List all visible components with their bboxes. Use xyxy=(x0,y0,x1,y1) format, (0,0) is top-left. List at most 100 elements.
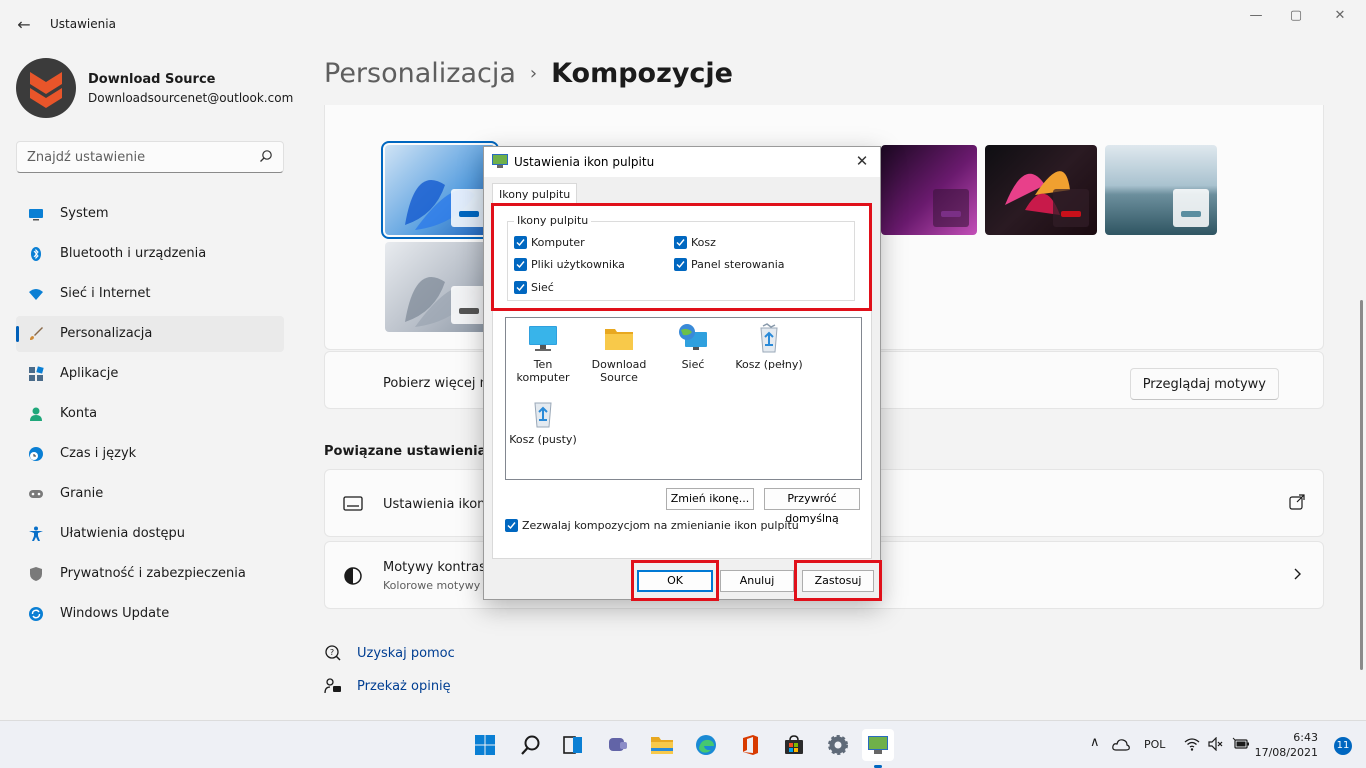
system-clock[interactable]: 6:43 17/08/2021 xyxy=(1255,730,1318,760)
contrast-icon xyxy=(344,567,362,585)
cloud-icon[interactable] xyxy=(1112,737,1130,751)
get-help-link[interactable]: ? Uzyskaj pomoc xyxy=(324,644,455,662)
desktop-icon xyxy=(343,496,363,511)
checkbox-allow-themes-change-icons[interactable]: Zezwalaj kompozycjom na zmienianie ikon … xyxy=(505,519,799,532)
volume-muted-icon[interactable] xyxy=(1208,737,1224,751)
taskbar-search-button[interactable] xyxy=(515,729,547,761)
sidebar-item-privacy[interactable]: Prywatność i zabezpieczenia xyxy=(16,556,284,592)
wifi-icon xyxy=(29,289,43,300)
theme-thumbnail-windows-light[interactable] xyxy=(381,141,499,239)
edge-button[interactable] xyxy=(690,729,722,761)
breadcrumb: Personalizacja › Kompozycje xyxy=(324,58,733,89)
sidebar-item-apps[interactable]: Aplikacje xyxy=(16,356,284,392)
sidebar-item-label: Bluetooth i urządzenia xyxy=(60,246,207,261)
sidebar-item-windows-update[interactable]: Windows Update xyxy=(16,596,284,632)
list-item-label: Ten komputer xyxy=(516,358,570,384)
sidebar-item-time-language[interactable]: Czas i język xyxy=(16,436,284,472)
list-item-network[interactable]: Sieć xyxy=(656,323,730,371)
sidebar-item-accessibility[interactable]: Ułatwienia dostępu xyxy=(16,516,284,552)
office-button[interactable] xyxy=(734,729,766,761)
wifi-icon[interactable] xyxy=(1184,737,1200,751)
search-icon[interactable] xyxy=(259,149,273,163)
desktop-icon-settings-taskbar-button[interactable] xyxy=(862,729,894,761)
get-help-text[interactable]: Uzyskaj pomoc xyxy=(357,646,455,661)
show-hidden-icons-button[interactable]: ∧ xyxy=(1090,735,1100,750)
list-item-user-folder[interactable]: Download Source xyxy=(582,323,656,384)
contrast-themes-subtitle: Kolorowe motywy xyxy=(383,579,481,592)
file-explorer-icon xyxy=(651,737,673,754)
windows-start-icon xyxy=(475,735,495,755)
list-item-this-pc[interactable]: Ten komputer xyxy=(506,323,580,384)
search-box[interactable] xyxy=(16,141,284,173)
restore-default-button[interactable]: Przywróć domyślną xyxy=(764,488,860,525)
settings-button[interactable] xyxy=(822,729,854,761)
clock-globe-icon xyxy=(29,447,43,461)
theme-thumbnail-flow[interactable] xyxy=(1105,145,1217,235)
store-button[interactable] xyxy=(778,729,810,761)
breadcrumb-parent[interactable]: Personalizacja xyxy=(324,58,516,89)
folder-icon xyxy=(603,323,635,355)
settings-gear-icon xyxy=(828,735,848,755)
sidebar-item-network[interactable]: Sieć i Internet xyxy=(16,276,284,312)
sidebar-item-bluetooth[interactable]: Bluetooth i urządzenia xyxy=(16,236,284,272)
desktop-icons-list[interactable]: Ten komputer Download Source Sieć Kosz (… xyxy=(505,317,862,480)
network-globe-icon xyxy=(677,323,709,355)
maximize-button[interactable]: ▢ xyxy=(1276,8,1316,28)
sidebar-item-label: Konta xyxy=(60,406,98,421)
back-button[interactable]: ← xyxy=(12,12,36,36)
list-item-label: Kosz (pusty) xyxy=(509,433,577,446)
give-feedback-text[interactable]: Przekaż opinię xyxy=(357,679,451,694)
browse-themes-button[interactable]: Przeglądaj motywy xyxy=(1129,368,1279,400)
file-explorer-button[interactable] xyxy=(646,729,678,761)
accessibility-icon xyxy=(29,526,43,541)
tab-desktop-icons[interactable]: Ikony pulpitu xyxy=(492,183,578,205)
theme-thumbnail-windows-grey[interactable] xyxy=(385,242,495,332)
sidebar-item-label: Aplikacje xyxy=(60,366,119,381)
sidebar-item-label: Personalizacja xyxy=(60,326,153,341)
list-item-label: Sieć xyxy=(681,358,705,371)
sidebar-item-gaming[interactable]: Granie xyxy=(16,476,284,512)
theme-thumbnail-captured-motion[interactable] xyxy=(985,145,1097,235)
sidebar-item-label: Czas i język xyxy=(60,446,137,461)
dialog-title-bar[interactable]: Ustawienia ikon pulpitu ✕ xyxy=(484,147,880,177)
bluetooth-icon xyxy=(31,247,41,261)
give-feedback-link[interactable]: Przekaż opinię xyxy=(324,677,451,695)
recycle-bin-full-icon xyxy=(753,323,785,355)
dialog-title: Ustawienia ikon pulpitu xyxy=(514,155,655,169)
windows-update-icon xyxy=(29,607,43,621)
battery-charging-icon[interactable] xyxy=(1232,737,1250,751)
notification-badge[interactable]: 11 xyxy=(1334,737,1352,755)
apps-icon xyxy=(29,366,44,381)
chevron-right-icon[interactable] xyxy=(1289,566,1305,582)
desktop-icon-settings-app-icon xyxy=(492,154,508,168)
theme-thumbnail-glow[interactable] xyxy=(881,145,977,235)
sidebar-item-personalization[interactable]: Personalizacja xyxy=(16,316,284,352)
sidebar-item-system[interactable]: System xyxy=(16,196,284,232)
close-button[interactable]: ✕ xyxy=(1320,8,1360,28)
change-icon-button[interactable]: Zmień ikonę... xyxy=(666,488,754,510)
task-view-button[interactable] xyxy=(557,729,589,761)
sidebar-item-label: Prywatność i zabezpieczenia xyxy=(60,566,246,581)
avatar[interactable] xyxy=(16,58,76,118)
teams-chat-button[interactable] xyxy=(602,729,634,761)
office-icon xyxy=(743,735,758,755)
open-external-icon[interactable] xyxy=(1289,494,1305,510)
language-indicator[interactable]: POL xyxy=(1144,738,1165,751)
dialog-close-button[interactable]: ✕ xyxy=(852,152,872,172)
minimize-button[interactable]: — xyxy=(1236,8,1276,28)
search-icon xyxy=(521,735,540,755)
checkbox-checked-icon[interactable] xyxy=(505,519,518,532)
sidebar-item-accounts[interactable]: Konta xyxy=(16,396,284,432)
checkbox-label: Zezwalaj kompozycjom na zmienianie ikon … xyxy=(522,519,799,532)
list-item-recycle-bin-full[interactable]: Kosz (pełny) xyxy=(732,323,806,371)
list-item-recycle-bin-empty[interactable]: Kosz (pusty) xyxy=(506,398,580,446)
page-scrollbar[interactable] xyxy=(1360,300,1363,670)
search-input[interactable] xyxy=(27,148,247,166)
windows-start-button[interactable] xyxy=(469,729,501,761)
cancel-button[interactable]: Anuluj xyxy=(720,570,794,592)
svg-text:?: ? xyxy=(330,648,334,657)
taskbar: ∧ POL 6:43 17/08/2021 11 xyxy=(0,720,1366,768)
title-bar: ← Ustawienia — ▢ ✕ xyxy=(0,0,1366,48)
user-email: Downloadsourcenet@outlook.com xyxy=(88,91,294,105)
help-icon: ? xyxy=(325,645,341,661)
